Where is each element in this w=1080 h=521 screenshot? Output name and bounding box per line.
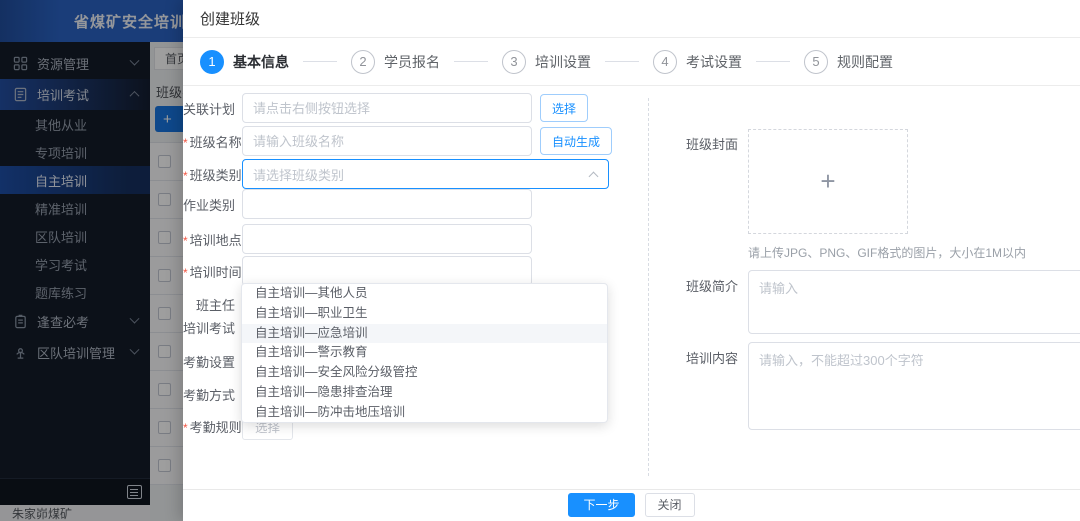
field-training-time: 培训时间 <box>183 256 532 286</box>
column-divider <box>648 98 649 476</box>
step-connector <box>454 61 488 62</box>
step-label: 基本信息 <box>233 52 289 72</box>
step-number: 2 <box>351 50 375 74</box>
dropdown-option[interactable]: 自主培训—职业卫生 <box>242 304 607 324</box>
class-category-select[interactable]: 请选择班级类别 <box>242 159 609 189</box>
dropdown-option[interactable]: 自主培训—其他人员 <box>242 284 607 304</box>
cover-upload-hint: 请上传JPG、PNG、GIF格式的图片，大小在1M以内 <box>748 244 1026 261</box>
dropdown-option[interactable]: 自主培训—警示教育 <box>242 343 607 363</box>
modal-header: 创建班级 <box>183 0 1080 38</box>
screen: 省煤矿安全培训考核监 资源管理培训考试其他从业专项培训自主培训精准培训区队培训学… <box>0 0 1080 521</box>
step-number: 5 <box>804 50 828 74</box>
dropdown-option[interactable]: 自主培训—防冲击地压培训 <box>242 403 607 423</box>
training-place-label: 培训地点 <box>183 230 235 249</box>
training-content-label: 培训内容 <box>678 348 738 367</box>
step-label: 规则配置 <box>837 52 893 72</box>
attendance-rule-label: 考勤规则 <box>183 417 235 436</box>
class-cover-label: 班级封面 <box>678 134 738 153</box>
step-label: 考试设置 <box>686 52 742 72</box>
class-intro-textarea[interactable] <box>748 270 1080 334</box>
attendance-setting-label: 考勤设置 <box>183 352 235 371</box>
field-class-category: 班级类别 请选择班级类别 <box>183 159 609 189</box>
step-4[interactable]: 4 考试设置 <box>653 50 742 74</box>
step-number: 1 <box>200 50 224 74</box>
head-teacher-label: 班主任 <box>183 295 235 314</box>
chevron-up-icon <box>589 172 599 182</box>
auto-generate-button[interactable]: 自动生成 <box>540 127 612 155</box>
field-related-plan: 关联计划 选择 <box>183 93 588 123</box>
class-intro-label: 班级简介 <box>678 276 738 295</box>
step-wizard: 1 基本信息 2 学员报名 3 培训设置 4 考试设置 5 规则配置 <box>183 38 1080 86</box>
attendance-method-label: 考勤方式 <box>183 385 235 404</box>
next-step-button[interactable]: 下一步 <box>568 493 634 517</box>
training-content-textarea[interactable] <box>748 342 1080 430</box>
step-label: 培训设置 <box>535 52 591 72</box>
cover-upload-box[interactable]: + <box>748 129 908 234</box>
related-plan-select-button[interactable]: 选择 <box>540 94 588 122</box>
step-5[interactable]: 5 规则配置 <box>804 50 893 74</box>
class-category-label: 班级类别 <box>183 165 235 184</box>
dropdown-option[interactable]: 自主培训—应急培训 <box>242 324 607 344</box>
dropdown-option[interactable]: 自主培训—安全风险分级管控 <box>242 363 607 383</box>
step-number: 4 <box>653 50 677 74</box>
job-type-input[interactable] <box>242 189 532 219</box>
train-exam-label: 培训考试 <box>183 318 235 337</box>
step-connector <box>303 61 337 62</box>
modal-footer: 下一步 关闭 <box>183 489 1080 521</box>
plus-icon: + <box>820 166 835 197</box>
class-name-input[interactable] <box>242 126 532 156</box>
close-button[interactable]: 关闭 <box>645 493 695 517</box>
create-class-modal: 创建班级 1 基本信息 2 学员报名 3 培训设置 4 考试设置 5 规则配置 关联计划 选择 班… <box>183 0 1080 521</box>
related-plan-label: 关联计划 <box>183 99 235 118</box>
step-3[interactable]: 3 培训设置 <box>502 50 591 74</box>
field-job-type: 作业类别 <box>183 189 532 219</box>
modal-body: 关联计划 选择 班级名称 自动生成 班级类别 <box>183 86 1080 488</box>
step-label: 学员报名 <box>384 52 440 72</box>
field-class-name: 班级名称 自动生成 <box>183 126 612 156</box>
dropdown-option[interactable]: 自主培训—隐患排查治理 <box>242 383 607 403</box>
related-plan-input[interactable] <box>242 93 532 123</box>
job-type-label: 作业类别 <box>183 195 235 214</box>
class-category-placeholder: 请选择班级类别 <box>253 165 344 184</box>
step-connector <box>605 61 639 62</box>
step-number: 3 <box>502 50 526 74</box>
field-training-place: 培训地点 <box>183 224 532 254</box>
modal-title: 创建班级 <box>200 8 260 29</box>
class-category-dropdown: 自主培训—其他人员自主培训—职业卫生自主培训—应急培训自主培训—警示教育自主培训… <box>241 283 608 423</box>
step-1[interactable]: 1 基本信息 <box>200 50 289 74</box>
training-place-input[interactable] <box>242 224 532 254</box>
step-2[interactable]: 2 学员报名 <box>351 50 440 74</box>
step-connector <box>756 61 790 62</box>
training-time-input[interactable] <box>242 256 532 286</box>
training-time-label: 培训时间 <box>183 262 235 281</box>
class-name-label: 班级名称 <box>183 132 235 151</box>
